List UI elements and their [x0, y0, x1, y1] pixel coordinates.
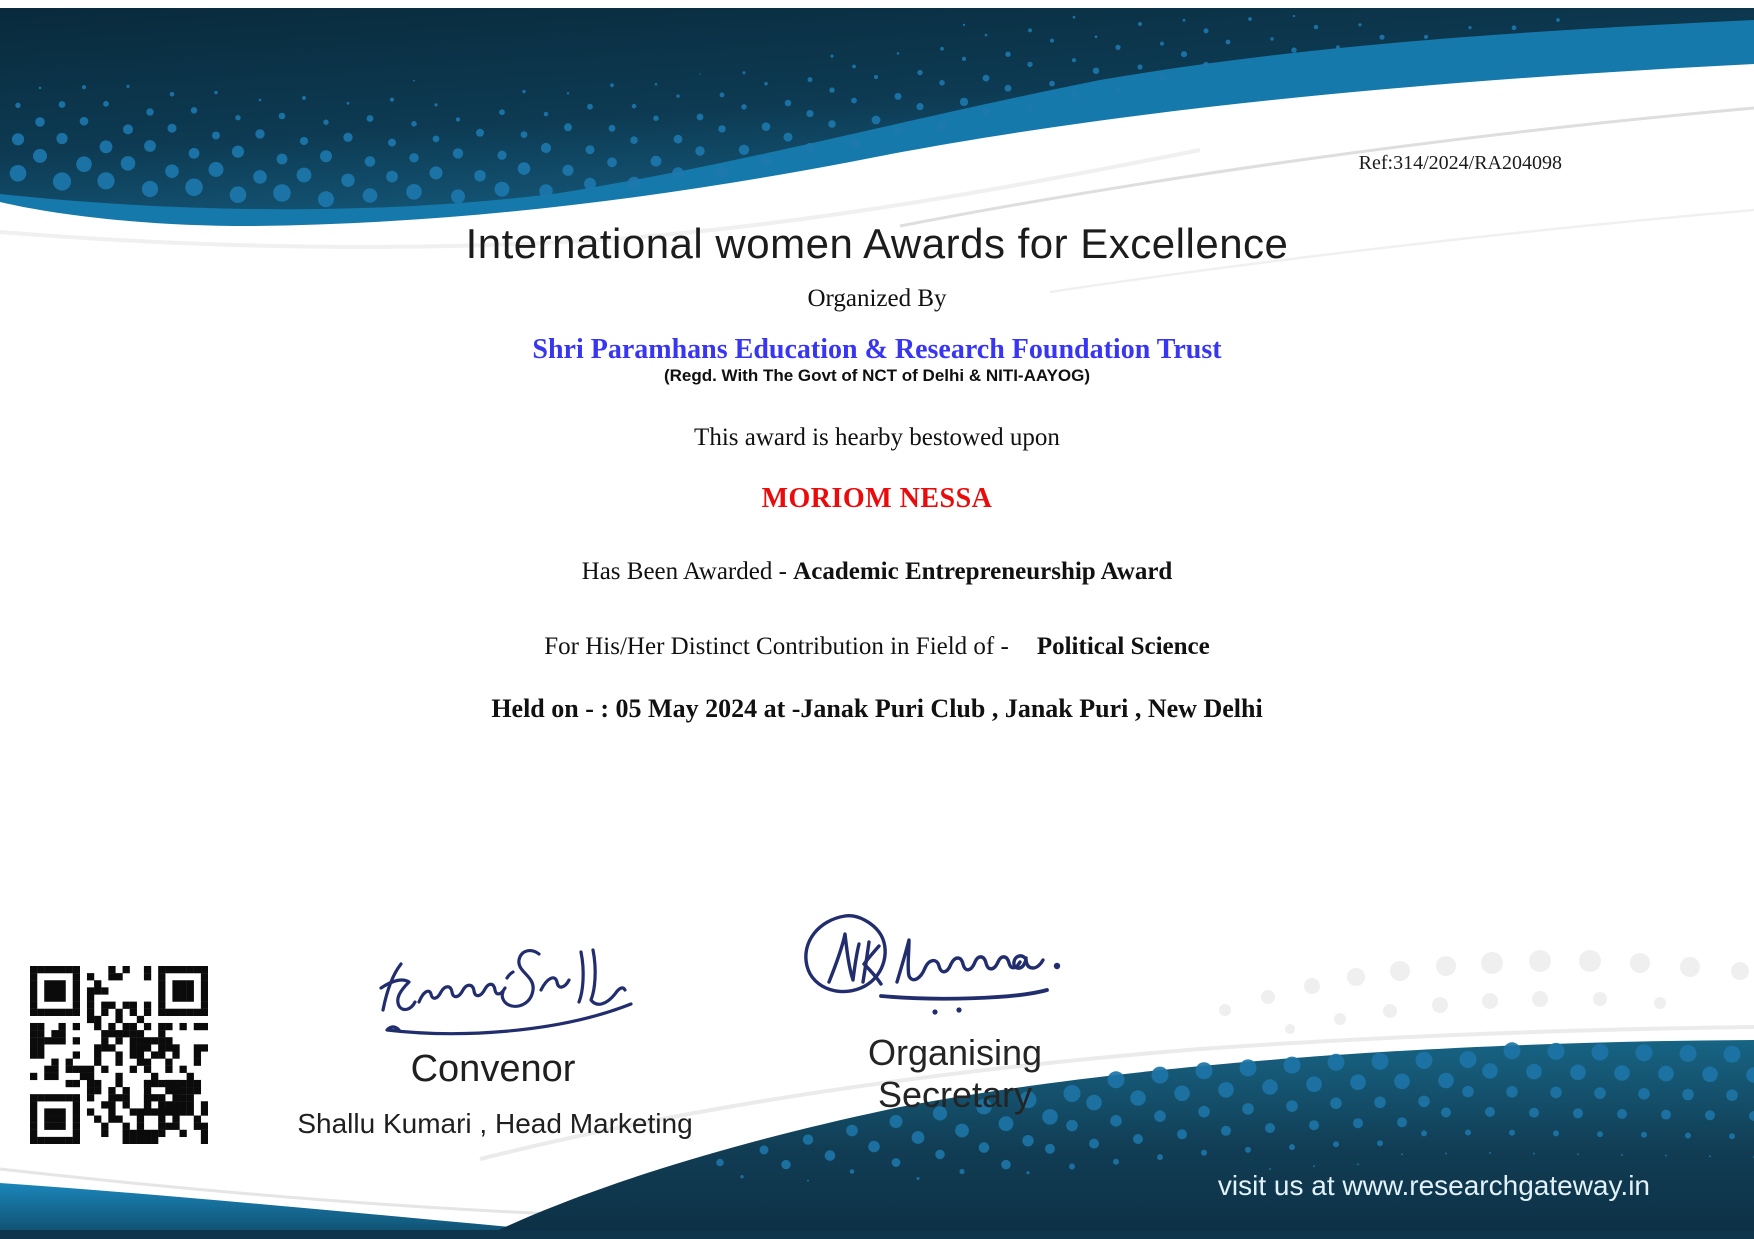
convenor-signature-icon — [335, 938, 665, 1046]
organization-name: Shri Paramhans Education & Research Foun… — [0, 334, 1754, 366]
registration-line: (Regd. With The Govt of NCT of Delhi & N… — [0, 366, 1754, 386]
convenor-name-line: Shallu Kumari , Head Marketing — [260, 1108, 730, 1140]
award-line: Has Been Awarded - Academic Entrepreneur… — [0, 558, 1754, 586]
secretary-title: Organising Secretary — [805, 1032, 1105, 1116]
certificate-page: Ref:314/2024/RA204098 International wome… — [0, 0, 1754, 1239]
event-line: Held on - : 05 May 2024 at -Janak Puri C… — [0, 694, 1754, 724]
certificate-title: International women Awards for Excellenc… — [0, 220, 1754, 268]
award-prefix: Has Been Awarded - — [582, 558, 794, 585]
convenor-title: Convenor — [343, 1048, 643, 1091]
qr-code-icon — [30, 966, 208, 1144]
organized-by-label: Organized By — [0, 285, 1754, 313]
field-prefix: For His/Her Distinct Contribution in Fie… — [544, 633, 1009, 660]
recipient-name: MORIOM NESSA — [0, 483, 1754, 515]
award-name: Academic Entrepreneurship Award — [793, 558, 1172, 585]
reference-number: Ref:314/2024/RA204098 — [1359, 152, 1562, 175]
field-name: Political Science — [1037, 633, 1210, 660]
secretary-signature-icon — [785, 898, 1085, 1023]
website-line: visit us at www.researchgateway.in — [1218, 1170, 1650, 1202]
field-line: For His/Her Distinct Contribution in Fie… — [0, 633, 1754, 661]
bestowed-line: This award is hearby bestowed upon — [0, 424, 1754, 452]
